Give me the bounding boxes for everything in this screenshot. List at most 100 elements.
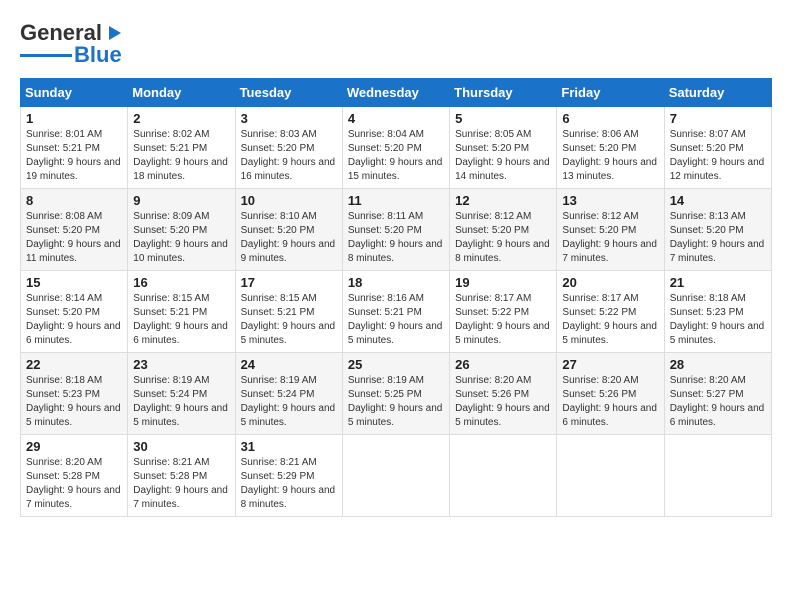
sunset-label: Sunset: 5:22 PM [562, 307, 636, 318]
daylight-label: Daylight: 9 hours and 7 minutes. [670, 239, 765, 264]
daylight-label: Daylight: 9 hours and 19 minutes. [26, 157, 121, 182]
calendar-cell: 29 Sunrise: 8:20 AM Sunset: 5:28 PM Dayl… [21, 435, 128, 517]
day-number: 31 [241, 439, 337, 454]
day-info: Sunrise: 8:17 AM Sunset: 5:22 PM Dayligh… [455, 292, 551, 348]
calendar-cell: 27 Sunrise: 8:20 AM Sunset: 5:26 PM Dayl… [557, 353, 664, 435]
daylight-label: Daylight: 9 hours and 8 minutes. [348, 239, 443, 264]
sunrise-label: Sunrise: 8:04 AM [348, 129, 424, 140]
sunset-label: Sunset: 5:21 PM [133, 307, 207, 318]
day-number: 8 [26, 193, 122, 208]
day-info: Sunrise: 8:19 AM Sunset: 5:24 PM Dayligh… [241, 374, 337, 430]
day-number: 28 [670, 357, 766, 372]
calendar-cell: 6 Sunrise: 8:06 AM Sunset: 5:20 PM Dayli… [557, 107, 664, 189]
day-number: 14 [670, 193, 766, 208]
calendar-cell: 12 Sunrise: 8:12 AM Sunset: 5:20 PM Dayl… [450, 189, 557, 271]
sunset-label: Sunset: 5:21 PM [348, 307, 422, 318]
sunrise-label: Sunrise: 8:17 AM [562, 293, 638, 304]
sunrise-label: Sunrise: 8:21 AM [133, 457, 209, 468]
calendar-week-row: 29 Sunrise: 8:20 AM Sunset: 5:28 PM Dayl… [21, 435, 772, 517]
daylight-label: Daylight: 9 hours and 5 minutes. [455, 403, 550, 428]
day-info: Sunrise: 8:12 AM Sunset: 5:20 PM Dayligh… [455, 210, 551, 266]
day-info: Sunrise: 8:20 AM Sunset: 5:26 PM Dayligh… [455, 374, 551, 430]
day-number: 22 [26, 357, 122, 372]
sunset-label: Sunset: 5:20 PM [26, 307, 100, 318]
calendar-cell [557, 435, 664, 517]
sunset-label: Sunset: 5:20 PM [241, 143, 315, 154]
sunset-label: Sunset: 5:20 PM [348, 225, 422, 236]
calendar-week-row: 15 Sunrise: 8:14 AM Sunset: 5:20 PM Dayl… [21, 271, 772, 353]
sunset-label: Sunset: 5:20 PM [455, 225, 529, 236]
day-number: 9 [133, 193, 229, 208]
calendar-cell: 31 Sunrise: 8:21 AM Sunset: 5:29 PM Dayl… [235, 435, 342, 517]
sunset-label: Sunset: 5:20 PM [26, 225, 100, 236]
calendar-cell: 7 Sunrise: 8:07 AM Sunset: 5:20 PM Dayli… [664, 107, 771, 189]
sunrise-label: Sunrise: 8:03 AM [241, 129, 317, 140]
sunset-label: Sunset: 5:27 PM [670, 389, 744, 400]
sunset-label: Sunset: 5:21 PM [26, 143, 100, 154]
calendar-cell: 11 Sunrise: 8:11 AM Sunset: 5:20 PM Dayl… [342, 189, 449, 271]
sunrise-label: Sunrise: 8:19 AM [133, 375, 209, 386]
day-number: 20 [562, 275, 658, 290]
daylight-label: Daylight: 9 hours and 5 minutes. [562, 321, 657, 346]
sunset-label: Sunset: 5:20 PM [670, 143, 744, 154]
page-header: General Blue [20, 20, 772, 68]
day-number: 18 [348, 275, 444, 290]
sunrise-label: Sunrise: 8:05 AM [455, 129, 531, 140]
day-info: Sunrise: 8:20 AM Sunset: 5:26 PM Dayligh… [562, 374, 658, 430]
calendar-cell: 2 Sunrise: 8:02 AM Sunset: 5:21 PM Dayli… [128, 107, 235, 189]
calendar-cell: 5 Sunrise: 8:05 AM Sunset: 5:20 PM Dayli… [450, 107, 557, 189]
day-info: Sunrise: 8:18 AM Sunset: 5:23 PM Dayligh… [670, 292, 766, 348]
calendar-cell: 3 Sunrise: 8:03 AM Sunset: 5:20 PM Dayli… [235, 107, 342, 189]
daylight-label: Daylight: 9 hours and 7 minutes. [133, 485, 228, 510]
calendar-cell: 28 Sunrise: 8:20 AM Sunset: 5:27 PM Dayl… [664, 353, 771, 435]
calendar-cell: 24 Sunrise: 8:19 AM Sunset: 5:24 PM Dayl… [235, 353, 342, 435]
day-number: 15 [26, 275, 122, 290]
calendar-cell: 10 Sunrise: 8:10 AM Sunset: 5:20 PM Dayl… [235, 189, 342, 271]
sunrise-label: Sunrise: 8:18 AM [670, 293, 746, 304]
day-info: Sunrise: 8:19 AM Sunset: 5:24 PM Dayligh… [133, 374, 229, 430]
day-number: 10 [241, 193, 337, 208]
day-info: Sunrise: 8:15 AM Sunset: 5:21 PM Dayligh… [241, 292, 337, 348]
day-number: 17 [241, 275, 337, 290]
sunset-label: Sunset: 5:20 PM [670, 225, 744, 236]
calendar-cell: 4 Sunrise: 8:04 AM Sunset: 5:20 PM Dayli… [342, 107, 449, 189]
day-number: 25 [348, 357, 444, 372]
daylight-label: Daylight: 9 hours and 9 minutes. [241, 239, 336, 264]
day-number: 23 [133, 357, 229, 372]
day-number: 26 [455, 357, 551, 372]
sunset-label: Sunset: 5:28 PM [26, 471, 100, 482]
calendar-day-header: Monday [128, 79, 235, 107]
day-info: Sunrise: 8:11 AM Sunset: 5:20 PM Dayligh… [348, 210, 444, 266]
sunset-label: Sunset: 5:24 PM [241, 389, 315, 400]
day-info: Sunrise: 8:10 AM Sunset: 5:20 PM Dayligh… [241, 210, 337, 266]
day-number: 5 [455, 111, 551, 126]
sunrise-label: Sunrise: 8:20 AM [670, 375, 746, 386]
day-number: 13 [562, 193, 658, 208]
day-number: 1 [26, 111, 122, 126]
day-number: 29 [26, 439, 122, 454]
daylight-label: Daylight: 9 hours and 5 minutes. [670, 321, 765, 346]
sunset-label: Sunset: 5:25 PM [348, 389, 422, 400]
day-info: Sunrise: 8:03 AM Sunset: 5:20 PM Dayligh… [241, 128, 337, 184]
calendar-cell: 15 Sunrise: 8:14 AM Sunset: 5:20 PM Dayl… [21, 271, 128, 353]
calendar-cell [342, 435, 449, 517]
day-info: Sunrise: 8:21 AM Sunset: 5:28 PM Dayligh… [133, 456, 229, 512]
sunrise-label: Sunrise: 8:07 AM [670, 129, 746, 140]
day-info: Sunrise: 8:20 AM Sunset: 5:27 PM Dayligh… [670, 374, 766, 430]
calendar-day-header: Thursday [450, 79, 557, 107]
day-number: 19 [455, 275, 551, 290]
daylight-label: Daylight: 9 hours and 11 minutes. [26, 239, 121, 264]
day-number: 16 [133, 275, 229, 290]
logo-text-blue: Blue [74, 42, 122, 68]
day-number: 12 [455, 193, 551, 208]
sunrise-label: Sunrise: 8:13 AM [670, 211, 746, 222]
day-info: Sunrise: 8:17 AM Sunset: 5:22 PM Dayligh… [562, 292, 658, 348]
daylight-label: Daylight: 9 hours and 6 minutes. [26, 321, 121, 346]
calendar-cell: 16 Sunrise: 8:15 AM Sunset: 5:21 PM Dayl… [128, 271, 235, 353]
day-number: 6 [562, 111, 658, 126]
day-info: Sunrise: 8:15 AM Sunset: 5:21 PM Dayligh… [133, 292, 229, 348]
day-number: 3 [241, 111, 337, 126]
sunset-label: Sunset: 5:20 PM [455, 143, 529, 154]
day-info: Sunrise: 8:06 AM Sunset: 5:20 PM Dayligh… [562, 128, 658, 184]
daylight-label: Daylight: 9 hours and 8 minutes. [455, 239, 550, 264]
